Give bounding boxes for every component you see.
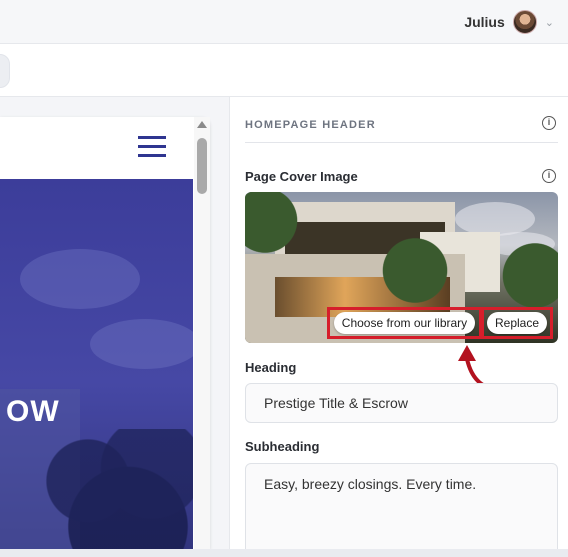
hero-heading: OW	[6, 395, 60, 428]
info-icon[interactable]: i	[542, 169, 556, 183]
preview-header	[0, 117, 210, 179]
bottom-strip	[0, 549, 568, 557]
hero-trees	[40, 429, 193, 549]
menu-icon[interactable]	[138, 136, 166, 158]
top-bar: Julius ⌄	[0, 0, 568, 44]
sub-toolbar	[0, 44, 568, 97]
cover-image-label: Page Cover Image	[245, 169, 358, 184]
scroll-thumb[interactable]	[197, 138, 207, 194]
settings-panel: HOMEPAGE HEADER i Page Cover Image i Cho…	[245, 97, 558, 557]
subheading-label: Subheading	[245, 439, 320, 454]
preview-frame: OW	[0, 117, 210, 549]
preview-scrollbar[interactable]	[194, 117, 210, 549]
chevron-down-icon[interactable]: ⌄	[545, 16, 554, 29]
choose-library-button[interactable]: Choose from our library	[334, 312, 475, 334]
cover-image: Choose from our library Replace	[245, 192, 558, 343]
heading-label: Heading	[245, 360, 297, 375]
avatar[interactable]	[512, 10, 537, 34]
toolbar-control[interactable]	[0, 54, 10, 88]
preview-hero: OW	[0, 179, 193, 549]
site-preview: OW	[0, 97, 230, 549]
subheading-textarea[interactable]: Easy, breezy closings. Every time.	[245, 463, 558, 557]
scroll-up-icon[interactable]	[197, 121, 207, 128]
section-title: HOMEPAGE HEADER	[245, 119, 376, 131]
replace-button[interactable]: Replace	[487, 312, 547, 334]
section-header: HOMEPAGE HEADER i	[245, 115, 558, 143]
user-name[interactable]: Julius	[464, 14, 504, 30]
user-menu[interactable]: Julius ⌄	[464, 8, 554, 36]
heading-input[interactable]: Prestige Title & Escrow	[245, 383, 558, 423]
info-icon[interactable]: i	[542, 116, 556, 130]
editor-area: OW HOMEPAGE HEADER i Page Cover Image i	[0, 97, 568, 557]
